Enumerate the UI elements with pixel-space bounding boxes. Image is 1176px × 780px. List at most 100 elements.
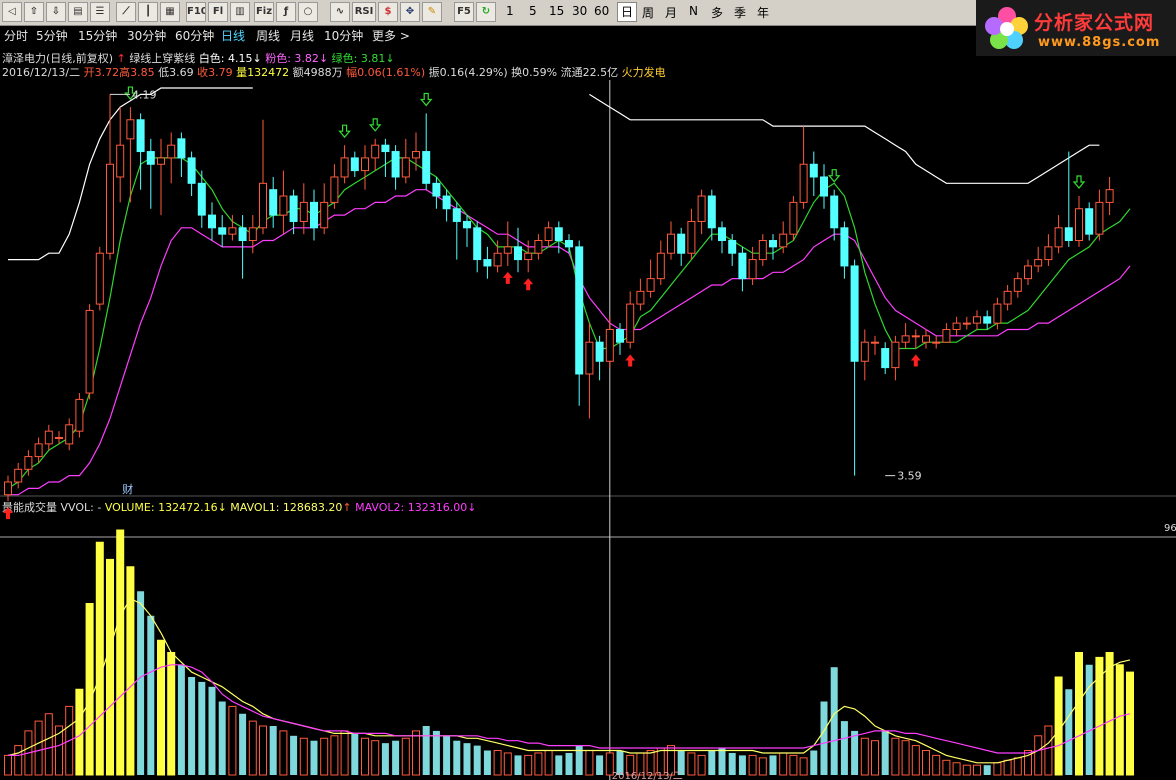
volume-bar [830, 667, 838, 775]
volume-bar [65, 705, 74, 776]
period-tab-week[interactable]: 周线 [256, 27, 280, 44]
volume-header: 量能成交量 VVOL: - VOLUME: 132472.16↓ MAVOL1:… [2, 501, 477, 514]
kline-icon[interactable]: ┃ [138, 2, 158, 22]
period-tab-fenshi[interactable]: 分时 [4, 27, 28, 44]
candles [4, 94, 1114, 502]
candle-body [4, 481, 12, 496]
period-tab-day[interactable]: 日线 [221, 27, 245, 44]
candle-body [524, 252, 533, 261]
period-n[interactable]: N [689, 4, 698, 18]
period-multi[interactable]: 多 [711, 4, 723, 21]
wave-icon[interactable]: ∿ [330, 2, 350, 22]
candle-body [136, 119, 145, 153]
candle-body [44, 430, 53, 445]
move-icon[interactable]: ✥ [400, 2, 420, 22]
candle-body [962, 322, 971, 325]
volume-bar [351, 733, 359, 775]
list2-icon[interactable]: ▥ [230, 2, 250, 22]
volume-bar [106, 558, 114, 776]
volume-bar [1054, 676, 1063, 776]
period-tab-more[interactable]: 更多 > [372, 27, 410, 44]
f5-button[interactable]: F5 [454, 2, 474, 22]
interval-30[interactable]: 30 [572, 4, 587, 18]
candle-body [565, 240, 573, 248]
volume-bar [453, 740, 461, 775]
period-tab-60min[interactable]: 60分钟 [175, 27, 214, 44]
sell-arrow-icon [827, 169, 841, 183]
candle-body [493, 252, 502, 267]
volume-bar [983, 765, 991, 775]
candle-body [34, 443, 43, 458]
volume-bar [646, 750, 655, 776]
candle-body [371, 144, 380, 159]
volume-bar [126, 566, 135, 776]
volume-bar [860, 737, 869, 776]
candle-body [911, 335, 920, 338]
period-year[interactable]: 年 [757, 4, 769, 21]
candle-body [850, 265, 859, 362]
interval-60[interactable]: 60 [594, 4, 609, 18]
volume-bar [299, 737, 308, 776]
candle-body [259, 182, 267, 229]
period-season[interactable]: 季 [734, 4, 746, 21]
interval-15[interactable]: 15 [549, 4, 564, 18]
volume-bar [524, 754, 533, 776]
fl-button[interactable]: Fl [208, 2, 228, 22]
down-icon[interactable]: ⇩ [46, 2, 66, 22]
candle-body [248, 227, 257, 242]
volume-bar [330, 735, 339, 776]
volume-bar [922, 750, 930, 776]
volume-bar [248, 720, 257, 776]
volume-bar [962, 764, 971, 776]
up-icon[interactable]: ⇧ [24, 2, 44, 22]
list-icon[interactable]: ☰ [90, 2, 110, 22]
table-icon[interactable]: ▦ [160, 2, 180, 22]
period-month[interactable]: 月 [665, 4, 677, 21]
volume-bar [1085, 664, 1093, 775]
f10-button[interactable]: F10 [186, 2, 206, 22]
candle-body [310, 201, 318, 229]
period-tab-5min[interactable]: 5分钟 [36, 27, 68, 44]
return-icon[interactable]: ◁ [2, 2, 22, 22]
fiz-button[interactable]: Fiz [254, 2, 274, 22]
period-day[interactable]: 日 [617, 2, 638, 22]
volume-bar [687, 752, 696, 776]
candle-body [330, 176, 339, 203]
period-tab-30min[interactable]: 30分钟 [127, 27, 166, 44]
candle-body [1044, 246, 1053, 261]
candle-body [932, 341, 941, 344]
period-week[interactable]: 周 [642, 4, 654, 21]
volume-max-label: 96 [1164, 523, 1176, 534]
calc-icon[interactable]: ƒ [276, 2, 296, 22]
candle-body [95, 252, 104, 305]
candle-body [361, 157, 369, 172]
money-icon[interactable]: $ [378, 2, 398, 22]
rsi-button[interactable]: RSI [352, 2, 376, 22]
circle-icon[interactable]: ○ [298, 2, 318, 22]
period-tab-15min[interactable]: 15分钟 [78, 27, 117, 44]
pen-icon[interactable]: ✎ [422, 2, 442, 22]
volume-bar [718, 748, 726, 775]
candle-body [401, 157, 410, 178]
interval-5[interactable]: 5 [529, 4, 537, 18]
quote-close: 收3.79 [197, 66, 233, 79]
period-tab-month[interactable]: 月线 [290, 27, 314, 44]
refresh-icon[interactable]: ↻ [476, 2, 496, 22]
volume-bar [371, 740, 380, 776]
candle-body [820, 176, 828, 197]
volume-bar [952, 762, 961, 776]
x-axis-date-label: 2016/12/13/二 [612, 771, 683, 780]
period-tab-10min[interactable]: 10分钟 [324, 27, 363, 44]
volume-bar [575, 745, 583, 775]
volume-bar [1044, 725, 1053, 776]
volume-bar [1013, 757, 1022, 776]
interval-1[interactable]: 1 [506, 4, 514, 18]
line-chart-icon[interactable]: ⟋ [116, 2, 136, 22]
buy-arrow-icon [502, 271, 513, 284]
volume-bar [320, 737, 329, 776]
volume-bar [881, 730, 889, 775]
page-icon[interactable]: ▤ [68, 2, 88, 22]
volume-bar [4, 754, 12, 776]
volume-bar [871, 740, 879, 776]
volume-bar [147, 615, 155, 775]
